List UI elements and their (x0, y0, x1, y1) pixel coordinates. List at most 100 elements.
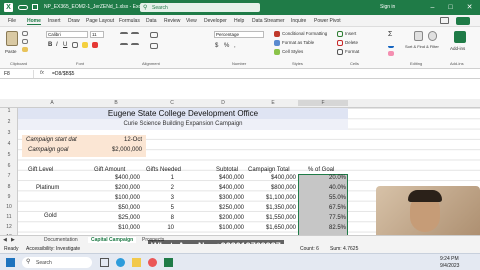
borders-icon[interactable] (72, 42, 78, 48)
subtotal-cell[interactable]: $250,000 (198, 205, 244, 211)
signin-link[interactable]: Sign in (380, 4, 395, 10)
gifts-needed-cell[interactable]: 1 (158, 175, 174, 181)
subtotal-cell[interactable]: $400,000 (198, 175, 244, 181)
tab-inquire[interactable]: Inquire (291, 18, 306, 24)
chrome-icon[interactable] (148, 258, 157, 267)
cell-styles-button[interactable]: Cell Styles (282, 49, 303, 54)
tab-power-pivot[interactable]: Power Pivot (314, 18, 341, 24)
formula-input[interactable]: =D8/$B$5 (52, 70, 74, 78)
currency-button[interactable]: $ (215, 43, 218, 49)
autosum-icon[interactable]: Σ (388, 31, 392, 38)
copy-icon[interactable] (22, 39, 28, 44)
gifts-needed-cell[interactable]: 2 (158, 185, 174, 191)
name-box[interactable]: F8 (4, 70, 34, 78)
font-color-icon[interactable] (92, 42, 98, 48)
bold-button[interactable]: B (48, 42, 52, 48)
row-header-10[interactable]: 10 (0, 204, 18, 210)
header-campaign-total[interactable]: Campaign Total (248, 167, 290, 173)
row-header-7[interactable]: 7 (0, 173, 18, 179)
column-header-b[interactable]: B (86, 100, 146, 106)
row-header-5[interactable]: 5 (0, 152, 18, 158)
delete-cells-button[interactable]: Delete (345, 40, 358, 45)
row-header-9[interactable]: 9 (0, 194, 18, 200)
pct-goal-cell[interactable]: 20.0% (300, 175, 346, 181)
pct-goal-cell[interactable]: 40.0% (300, 185, 346, 191)
italic-button[interactable]: I (56, 42, 58, 48)
add-ins-icon[interactable] (454, 31, 466, 43)
row-header-12[interactable]: 12 (0, 224, 18, 230)
find-select-icon[interactable] (428, 31, 437, 41)
font-name-select[interactable]: Calibri (46, 31, 88, 38)
gift-amount-cell[interactable]: $100,000 (88, 195, 140, 201)
sort-find-label[interactable]: Sort & Find & Filter (405, 44, 439, 49)
cut-icon[interactable] (22, 31, 28, 36)
conditional-formatting-button[interactable]: Conditional Formatting (282, 31, 327, 36)
gift-amount-cell[interactable]: $200,000 (88, 185, 140, 191)
align-center-icon[interactable] (131, 43, 139, 49)
start-icon[interactable] (6, 258, 15, 267)
tab-help[interactable]: Help (234, 18, 244, 24)
subtotal-cell[interactable]: $400,000 (198, 185, 244, 191)
gifts-needed-cell[interactable]: 3 (158, 195, 174, 201)
comments-icon[interactable] (440, 17, 449, 24)
add-ins-button[interactable]: Add-ins (450, 46, 465, 51)
align-left-icon[interactable] (120, 43, 128, 49)
tab-developer[interactable]: Developer (204, 18, 227, 24)
level-gold[interactable]: Gold (44, 213, 57, 219)
fill-color-icon[interactable] (82, 42, 88, 48)
paste-icon[interactable] (6, 31, 18, 46)
header-pct-goal[interactable]: % of Goal (308, 167, 334, 173)
tab-draw[interactable]: Draw (68, 18, 80, 24)
comma-button[interactable]: , (234, 43, 236, 49)
subtotal-cell[interactable]: $200,000 (198, 215, 244, 221)
sheet-subtitle-cell[interactable]: Curie Science Building Expansion Campaig… (18, 119, 348, 130)
campaign-total-cell[interactable]: $400,000 (246, 175, 296, 181)
font-size-select[interactable]: 11 (90, 31, 104, 38)
nav-next-sheet-icon[interactable]: ▶ (11, 237, 15, 243)
campaign-total-cell[interactable]: $1,100,000 (246, 195, 296, 201)
campaign-total-cell[interactable]: $800,000 (246, 185, 296, 191)
campaign-goal-label[interactable]: Campaign goal (28, 147, 68, 153)
level-platinum[interactable]: Platinum (36, 185, 59, 191)
format-cells-button[interactable]: Format (345, 49, 359, 54)
pct-goal-cell[interactable]: 82.5% (300, 225, 346, 231)
tab-insert[interactable]: Insert (48, 18, 61, 24)
campaign-total-cell[interactable]: $1,550,000 (246, 215, 296, 221)
header-gift-amount[interactable]: Gift Amount (94, 167, 125, 173)
format-as-table-button[interactable]: Format as Table (282, 40, 314, 45)
clear-icon[interactable] (388, 51, 394, 56)
gifts-needed-cell[interactable]: 10 (158, 225, 174, 231)
subtotal-cell[interactable]: $100,000 (198, 225, 244, 231)
minimize-button[interactable]: – (425, 2, 440, 13)
taskbar-excel-icon[interactable] (164, 258, 173, 267)
percent-button[interactable]: % (224, 43, 229, 49)
sheet-tab-capital-campaign[interactable]: Capital Campaign (88, 237, 137, 243)
underline-button[interactable]: U (63, 42, 67, 48)
number-format-select[interactable]: Percentage (214, 31, 264, 38)
gift-amount-cell[interactable]: $400,000 (88, 175, 140, 181)
gift-amount-cell[interactable]: $50,000 (88, 205, 140, 211)
tab-review[interactable]: Review (164, 18, 180, 24)
gift-amount-cell[interactable]: $25,000 (88, 215, 140, 221)
paste-label[interactable]: Paste (5, 49, 17, 54)
tab-data[interactable]: Data (146, 18, 157, 24)
restore-button[interactable]: □ (443, 2, 458, 13)
campaign-start-value[interactable]: 12-Oct (88, 137, 142, 143)
campaign-total-cell[interactable]: $1,350,000 (246, 205, 296, 211)
row-header-8[interactable]: 8 (0, 184, 18, 190)
column-header-f[interactable]: F (298, 100, 348, 106)
campaign-start-label[interactable]: Campaign start dat (26, 137, 77, 143)
share-icon[interactable] (456, 17, 470, 25)
fx-icon[interactable]: fx (40, 70, 44, 76)
sheet-tab-documentation[interactable]: Documentation (44, 237, 78, 243)
column-header-c[interactable]: C (146, 100, 198, 106)
row-header-6[interactable]: 6 (0, 163, 18, 169)
header-gifts-needed[interactable]: Gifts Needed (146, 167, 181, 173)
gift-amount-cell[interactable]: $10,000 (88, 225, 140, 231)
tab-data-streamer[interactable]: Data Streamer (252, 18, 285, 24)
row-header-11[interactable]: 11 (0, 214, 18, 220)
merge-center-icon[interactable] (150, 43, 158, 49)
row-header-3[interactable]: 3 (0, 130, 18, 136)
taskview-icon[interactable] (100, 258, 109, 267)
gifts-needed-cell[interactable]: 5 (158, 205, 174, 211)
